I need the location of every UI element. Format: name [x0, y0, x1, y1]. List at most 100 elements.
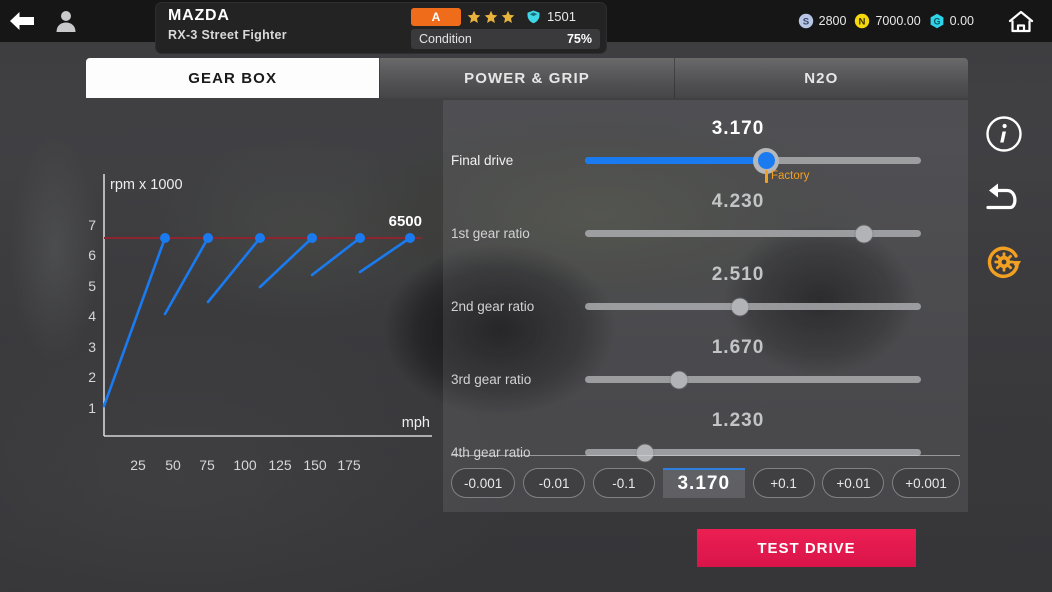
chart-y-ticks: 7 6 5 4 3 2 1 — [88, 217, 96, 416]
currency-nitro[interactable]: N 7000.00 — [854, 13, 921, 29]
back-button[interactable] — [0, 0, 44, 42]
svg-text:2: 2 — [88, 369, 96, 385]
currency-nitro-value: 7000.00 — [875, 14, 921, 28]
gear-line-6 — [358, 236, 412, 274]
info-icon — [986, 116, 1022, 152]
slider-thumb-3rd-gear[interactable] — [670, 371, 688, 388]
stepper-minus-0.001[interactable]: -0.001 — [451, 468, 516, 498]
slider-value-2nd-gear: 2.510 — [711, 264, 765, 285]
home-button[interactable] — [1008, 0, 1034, 42]
svg-text:G: G — [933, 16, 940, 26]
stepper-plus-0.01[interactable]: +0.01 — [822, 468, 885, 498]
slider-fill-final-drive — [585, 157, 767, 164]
car-stats-block: A 1501 Condition 75% — [411, 3, 606, 53]
slider-label-3rd-gear: 3rd gear ratio — [451, 372, 532, 387]
svg-text:7: 7 — [88, 217, 96, 233]
silver-coin-icon: S — [798, 13, 813, 29]
stepper-row: -0.001 -0.01 -0.1 3.170 +0.1 +0.01 +0.00… — [451, 466, 960, 500]
condition-value: 75% — [566, 32, 592, 46]
tab-power-grip[interactable]: POWER & GRIP — [379, 58, 674, 98]
slider-value-final-drive: 3.170 — [711, 118, 765, 139]
slider-thumb-4th-gear[interactable] — [636, 444, 654, 461]
chart-redline-label: 6500 — [389, 213, 422, 230]
gear-line-2 — [163, 236, 210, 316]
gear-line-1 — [102, 236, 167, 408]
slider-track-final-drive[interactable] — [585, 147, 921, 174]
slider-label-4th-gear: 4th gear ratio — [451, 445, 531, 460]
svg-text:5: 5 — [88, 278, 96, 294]
svg-text:25: 25 — [130, 457, 146, 473]
tab-gear-box[interactable]: GEAR BOX — [86, 58, 380, 98]
slider-row-3rd-gear: 1.670 3rd gear ratio — [443, 327, 968, 400]
undo-icon — [986, 183, 1017, 210]
test-drive-button[interactable]: TEST DRIVE — [697, 529, 916, 567]
info-button[interactable] — [982, 112, 1026, 156]
slider-label-final-drive: Final drive — [451, 153, 514, 168]
reset-gear-icon — [987, 246, 1021, 278]
slider-label-2nd-gear: 2nd gear ratio — [451, 299, 535, 314]
gear-line-4 — [258, 236, 314, 289]
tab-n2o[interactable]: N2O — [673, 58, 968, 98]
svg-text:1: 1 — [88, 400, 96, 416]
slider-value-3rd-gear: 1.670 — [711, 337, 765, 358]
chart-x-ticks: 25 50 75 100 125 150 175 — [130, 457, 361, 473]
back-arrow-icon — [10, 12, 34, 30]
car-make: MAZDA — [168, 7, 230, 24]
condition-label: Condition — [419, 32, 472, 46]
gear-line-5 — [310, 236, 362, 277]
slider-track-1st-gear[interactable] — [585, 225, 921, 242]
svg-text:75: 75 — [199, 457, 215, 473]
car-stats-row: A 1501 — [411, 7, 600, 26]
gear-ratio-chart: 7 6 5 4 3 2 1 25 50 75 100 125 150 175 r… — [72, 168, 462, 488]
svg-text:N: N — [859, 17, 866, 28]
slider-track-3rd-gear[interactable] — [585, 371, 921, 388]
top-header-bar: MAZDA RX-3 Street Fighter A 1501 Conditi… — [0, 0, 1052, 54]
gem-hex-icon: G — [930, 13, 944, 29]
undo-button[interactable] — [982, 176, 1026, 220]
rank-value: 1501 — [547, 9, 576, 24]
gear-line-3 — [206, 236, 262, 304]
svg-text:175: 175 — [337, 457, 361, 473]
stepper-minus-0.1[interactable]: -0.1 — [592, 468, 655, 498]
svg-text:50: 50 — [165, 457, 181, 473]
currency-silver-value: 2800 — [818, 14, 847, 28]
slider-thumb-1st-gear[interactable] — [855, 225, 873, 242]
nitro-coin-icon: N — [855, 13, 870, 29]
stepper-minus-0.01[interactable]: -0.01 — [523, 468, 586, 498]
avatar-button[interactable] — [44, 0, 88, 42]
car-info-card[interactable]: MAZDA RX-3 Street Fighter A 1501 Conditi… — [155, 2, 607, 54]
tab-bar: GEAR BOX POWER & GRIP N2O — [86, 58, 968, 98]
currency-silver[interactable]: S 2800 — [798, 13, 847, 29]
svg-text:150: 150 — [303, 457, 327, 473]
chart-svg: 7 6 5 4 3 2 1 25 50 75 100 125 150 175 r… — [88, 174, 432, 473]
car-model: RX-3 Street Fighter — [168, 28, 287, 42]
slider-row-final-drive: 3.170 Final drive Factory — [443, 108, 968, 183]
stepper-current-value[interactable]: 3.170 — [662, 468, 745, 498]
condition-bar: Condition 75% — [411, 29, 600, 49]
slider-value-4th-gear: 1.230 — [711, 410, 765, 431]
slider-row-2nd-gear: 2.510 2nd gear ratio — [443, 254, 968, 327]
svg-text:100: 100 — [233, 457, 257, 473]
stepper-plus-0.001[interactable]: +0.001 — [892, 468, 960, 498]
avatar-icon — [56, 11, 76, 32]
panel-divider — [451, 455, 960, 456]
side-action-rail — [980, 112, 1028, 284]
svg-text:4: 4 — [88, 308, 96, 324]
slider-track-2nd-gear[interactable] — [585, 298, 921, 315]
star-icon — [467, 10, 481, 23]
slider-row-4th-gear: 1.230 4th gear ratio — [443, 400, 968, 473]
reset-button[interactable] — [982, 240, 1026, 284]
app-root: MAZDA RX-3 Street Fighter A 1501 Conditi… — [0, 0, 1052, 592]
chart-xlabel: mph — [402, 415, 430, 431]
car-name-block: MAZDA RX-3 Street Fighter — [156, 3, 411, 53]
svg-text:125: 125 — [268, 457, 292, 473]
star-icon — [501, 10, 515, 23]
stepper-plus-0.1[interactable]: +0.1 — [752, 468, 815, 498]
tuning-panel: 3.170 Final drive Factory 4.230 1st gear… — [443, 100, 968, 512]
star-icon — [484, 10, 498, 23]
slider-thumb-2nd-gear[interactable] — [731, 298, 749, 315]
currency-gem[interactable]: G 0.00 — [929, 13, 974, 29]
chart-gear-lines — [102, 236, 412, 408]
slider-value-1st-gear: 4.230 — [711, 191, 765, 212]
currency-gem-value: 0.00 — [949, 14, 974, 28]
